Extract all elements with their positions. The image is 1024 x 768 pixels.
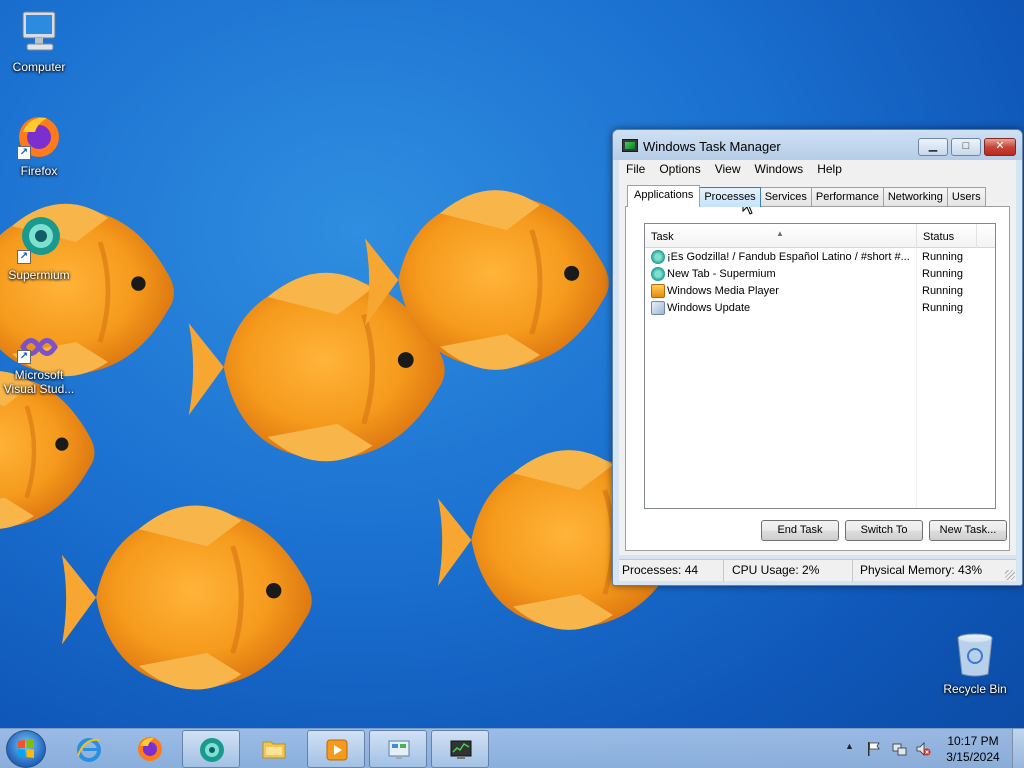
maximize-icon: □	[962, 140, 970, 152]
table-row[interactable]: Windows Media Player Running	[645, 283, 995, 300]
menu-bar: File Options View Windows Help	[619, 160, 1016, 181]
tab-strip: Applications Processes Services Performa…	[627, 185, 986, 207]
ie-icon	[77, 738, 101, 762]
folder-icon	[262, 741, 286, 759]
tab-users[interactable]: Users	[946, 187, 986, 207]
supermium-icon: ↗	[15, 216, 63, 264]
end-task-button[interactable]: End Task	[761, 520, 839, 541]
desktop-icon-label: Microsoft Visual Stud...	[3, 368, 75, 396]
minimize-icon: ▁	[928, 140, 938, 152]
table-row[interactable]: Windows Update Running	[645, 300, 995, 317]
task-name: Windows Update	[667, 302, 751, 314]
new-task-button[interactable]: New Task...	[929, 520, 1007, 541]
supermium-icon	[651, 267, 665, 281]
desktop-icon-visual-studio[interactable]: ↗ Microsoft Visual Stud...	[0, 330, 78, 396]
taskbar-task-manager[interactable]	[431, 730, 489, 768]
close-button[interactable]: ✕	[984, 138, 1016, 156]
task-manager-icon	[622, 139, 638, 152]
desktop-icon-firefox[interactable]: ↗ Firefox	[0, 112, 78, 178]
firefox-icon	[138, 737, 162, 761]
column-header-label: Status	[923, 231, 955, 243]
applications-panel: ▲ Task Status ¡Es Godzilla! / Fandub Esp…	[625, 206, 1010, 551]
task-list[interactable]: ▲ Task Status ¡Es Godzilla! / Fandub Esp…	[644, 223, 996, 509]
task-status: Running	[922, 285, 963, 297]
window-title: Windows Task Manager	[643, 139, 781, 154]
close-icon: ✕	[995, 140, 1005, 152]
computer-icon	[15, 8, 63, 56]
task-status: Running	[922, 268, 963, 280]
firefox-icon: ↗	[15, 112, 63, 160]
desktop-icon-label: Supermium	[8, 268, 70, 282]
desktop-icon-recycle-bin[interactable]: Recycle Bin	[936, 630, 1014, 696]
window-client-area: Applications Processes Services Performa…	[619, 181, 1016, 555]
shortcut-arrow-icon: ↗	[17, 350, 31, 364]
menu-windows[interactable]: Windows	[748, 160, 811, 181]
taskbar-control-panel[interactable]	[369, 730, 427, 768]
desktop-icon-label: Computer	[12, 60, 66, 74]
media-player-icon	[326, 739, 348, 761]
tab-applications[interactable]: Applications	[627, 185, 701, 207]
task-manager-icon	[450, 740, 472, 759]
taskbar-windows-explorer[interactable]	[245, 730, 303, 768]
network-icon[interactable]	[891, 741, 907, 757]
supermium-icon	[651, 250, 665, 264]
menu-file[interactable]: File	[619, 160, 652, 181]
clock-date[interactable]: 3/15/2024	[936, 750, 1010, 764]
taskbar-internet-explorer[interactable]	[60, 730, 118, 768]
shortcut-arrow-icon: ↗	[17, 146, 31, 160]
status-bar: Processes: 44 CPU Usage: 2% Physical Mem…	[619, 559, 1016, 582]
title-bar[interactable]: Windows Task Manager ▁ □ ✕	[613, 130, 1022, 160]
status-processes: Processes: 44	[619, 560, 724, 582]
task-status: Running	[922, 302, 963, 314]
volume-muted-icon[interactable]	[915, 741, 931, 757]
status-cpu-usage: CPU Usage: 2%	[727, 560, 853, 582]
menu-options[interactable]: Options	[652, 160, 707, 181]
taskbar-supermium[interactable]	[182, 730, 240, 768]
tab-networking[interactable]: Networking	[882, 187, 948, 207]
menu-help[interactable]: Help	[810, 160, 849, 181]
status-physical-memory: Physical Memory: 43%	[860, 563, 983, 577]
table-row[interactable]: New Tab - Supermium Running	[645, 266, 995, 283]
task-status: Running	[922, 251, 963, 263]
recycle-bin-icon	[951, 630, 999, 678]
start-button[interactable]	[6, 730, 46, 768]
show-hidden-icons-button[interactable]: ▲	[845, 741, 854, 751]
shortcut-arrow-icon: ↗	[17, 250, 31, 264]
column-header-label: Task	[651, 231, 674, 243]
supermium-icon	[200, 738, 224, 762]
minimize-button[interactable]: ▁	[918, 138, 948, 156]
sort-ascending-icon: ▲	[776, 229, 784, 238]
visual-studio-icon: ↗	[15, 330, 63, 364]
action-center-flag-icon[interactable]	[866, 741, 882, 757]
clock-time[interactable]: 10:17 PM	[936, 734, 1010, 748]
column-header-status[interactable]: Status	[917, 224, 977, 248]
media-player-icon	[651, 284, 665, 298]
column-header-task[interactable]: ▲ Task	[645, 224, 917, 248]
desktop-icon-supermium[interactable]: ↗ Supermium	[0, 216, 78, 282]
switch-to-button[interactable]: Switch To	[845, 520, 923, 541]
task-name: New Tab - Supermium	[667, 268, 776, 280]
resize-grip[interactable]	[1005, 570, 1015, 580]
list-header: ▲ Task Status	[645, 224, 995, 248]
task-name: ¡Es Godzilla! / Fandub Español Latino / …	[667, 251, 910, 263]
task-manager-window[interactable]: Windows Task Manager ▁ □ ✕ File Options …	[612, 129, 1023, 586]
taskbar: ▲ 10:17 PM 3/15/2024	[0, 728, 1024, 768]
taskbar-windows-media-player[interactable]	[307, 730, 365, 768]
task-name: Windows Media Player	[667, 285, 779, 297]
windows-logo-icon	[18, 739, 34, 758]
show-desktop-button[interactable]	[1012, 729, 1024, 768]
desktop-icon-label: Recycle Bin	[943, 682, 1007, 696]
tab-processes[interactable]: Processes	[699, 187, 761, 207]
taskbar-firefox[interactable]	[121, 730, 179, 768]
windows-update-icon	[651, 301, 665, 315]
menu-view[interactable]: View	[708, 160, 748, 181]
desktop-icon-computer[interactable]: Computer	[0, 8, 78, 74]
tab-services[interactable]: Services	[759, 187, 812, 207]
table-row[interactable]: ¡Es Godzilla! / Fandub Español Latino / …	[645, 249, 995, 266]
maximize-button[interactable]: □	[951, 138, 981, 156]
tab-performance[interactable]: Performance	[810, 187, 884, 207]
desktop-icon-label: Firefox	[20, 164, 58, 178]
control-panel-icon	[388, 740, 410, 759]
